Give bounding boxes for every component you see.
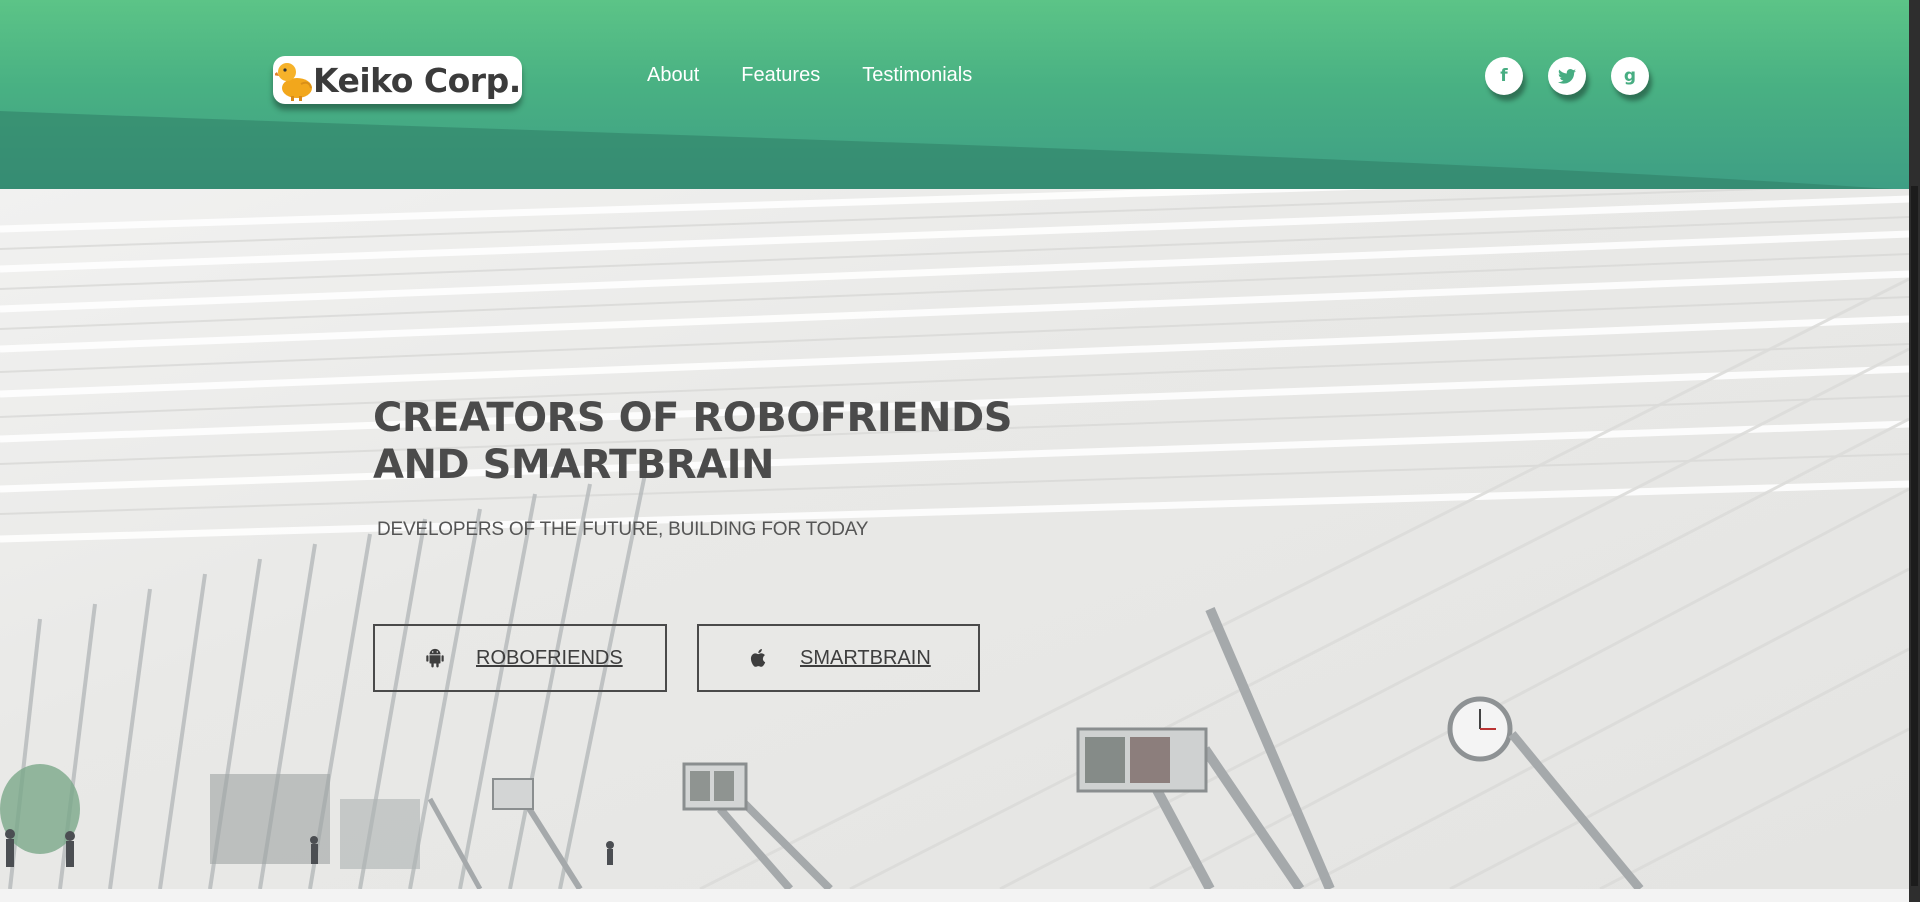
hero-background-illustration — [0, 189, 1909, 889]
page-bottom-strip — [0, 889, 1909, 902]
twitter-button[interactable] — [1548, 57, 1586, 95]
google-button[interactable]: g — [1611, 57, 1649, 95]
hero-title: CREATORS OF ROBOFRIENDS AND SMARTBRAIN — [373, 395, 1013, 489]
smartbrain-button[interactable]: SMARTBRAIN — [697, 624, 980, 692]
social-links: f g — [1485, 57, 1674, 95]
logo-text: Keiko Corp. — [313, 60, 521, 100]
page: Keiko Corp. About Features Testimonials … — [0, 0, 1920, 902]
hero-title-line2: AND SMARTBRAIN — [373, 442, 775, 488]
twitter-icon — [1558, 68, 1576, 84]
facebook-icon: f — [1500, 66, 1508, 86]
facebook-button[interactable]: f — [1485, 57, 1523, 95]
nav-features[interactable]: Features — [741, 64, 820, 87]
logo[interactable]: Keiko Corp. — [273, 56, 522, 104]
nav-testimonials[interactable]: Testimonials — [862, 64, 972, 87]
robofriends-button-label: ROBOFRIENDS — [476, 646, 623, 669]
robofriends-button[interactable]: ROBOFRIENDS — [373, 624, 667, 692]
main-nav: About Features Testimonials — [647, 64, 1014, 87]
smartbrain-button-label: SMARTBRAIN — [800, 646, 931, 669]
scrollbar[interactable] — [1909, 0, 1920, 902]
hero-title-line1: CREATORS OF ROBOFRIENDS — [373, 395, 1013, 441]
apple-icon — [750, 649, 766, 667]
duck-logo-icon — [275, 63, 312, 101]
site-header: Keiko Corp. About Features Testimonials … — [0, 0, 1909, 189]
nav-about[interactable]: About — [647, 64, 699, 87]
hero-subtitle: DEVELOPERS OF THE FUTURE, BUILDING FOR T… — [377, 519, 869, 540]
google-icon: g — [1623, 66, 1637, 86]
hero-section: CREATORS OF ROBOFRIENDS AND SMARTBRAIN D… — [0, 189, 1909, 889]
scrollbar-thumb[interactable] — [1911, 186, 1918, 886]
android-icon — [426, 648, 444, 668]
